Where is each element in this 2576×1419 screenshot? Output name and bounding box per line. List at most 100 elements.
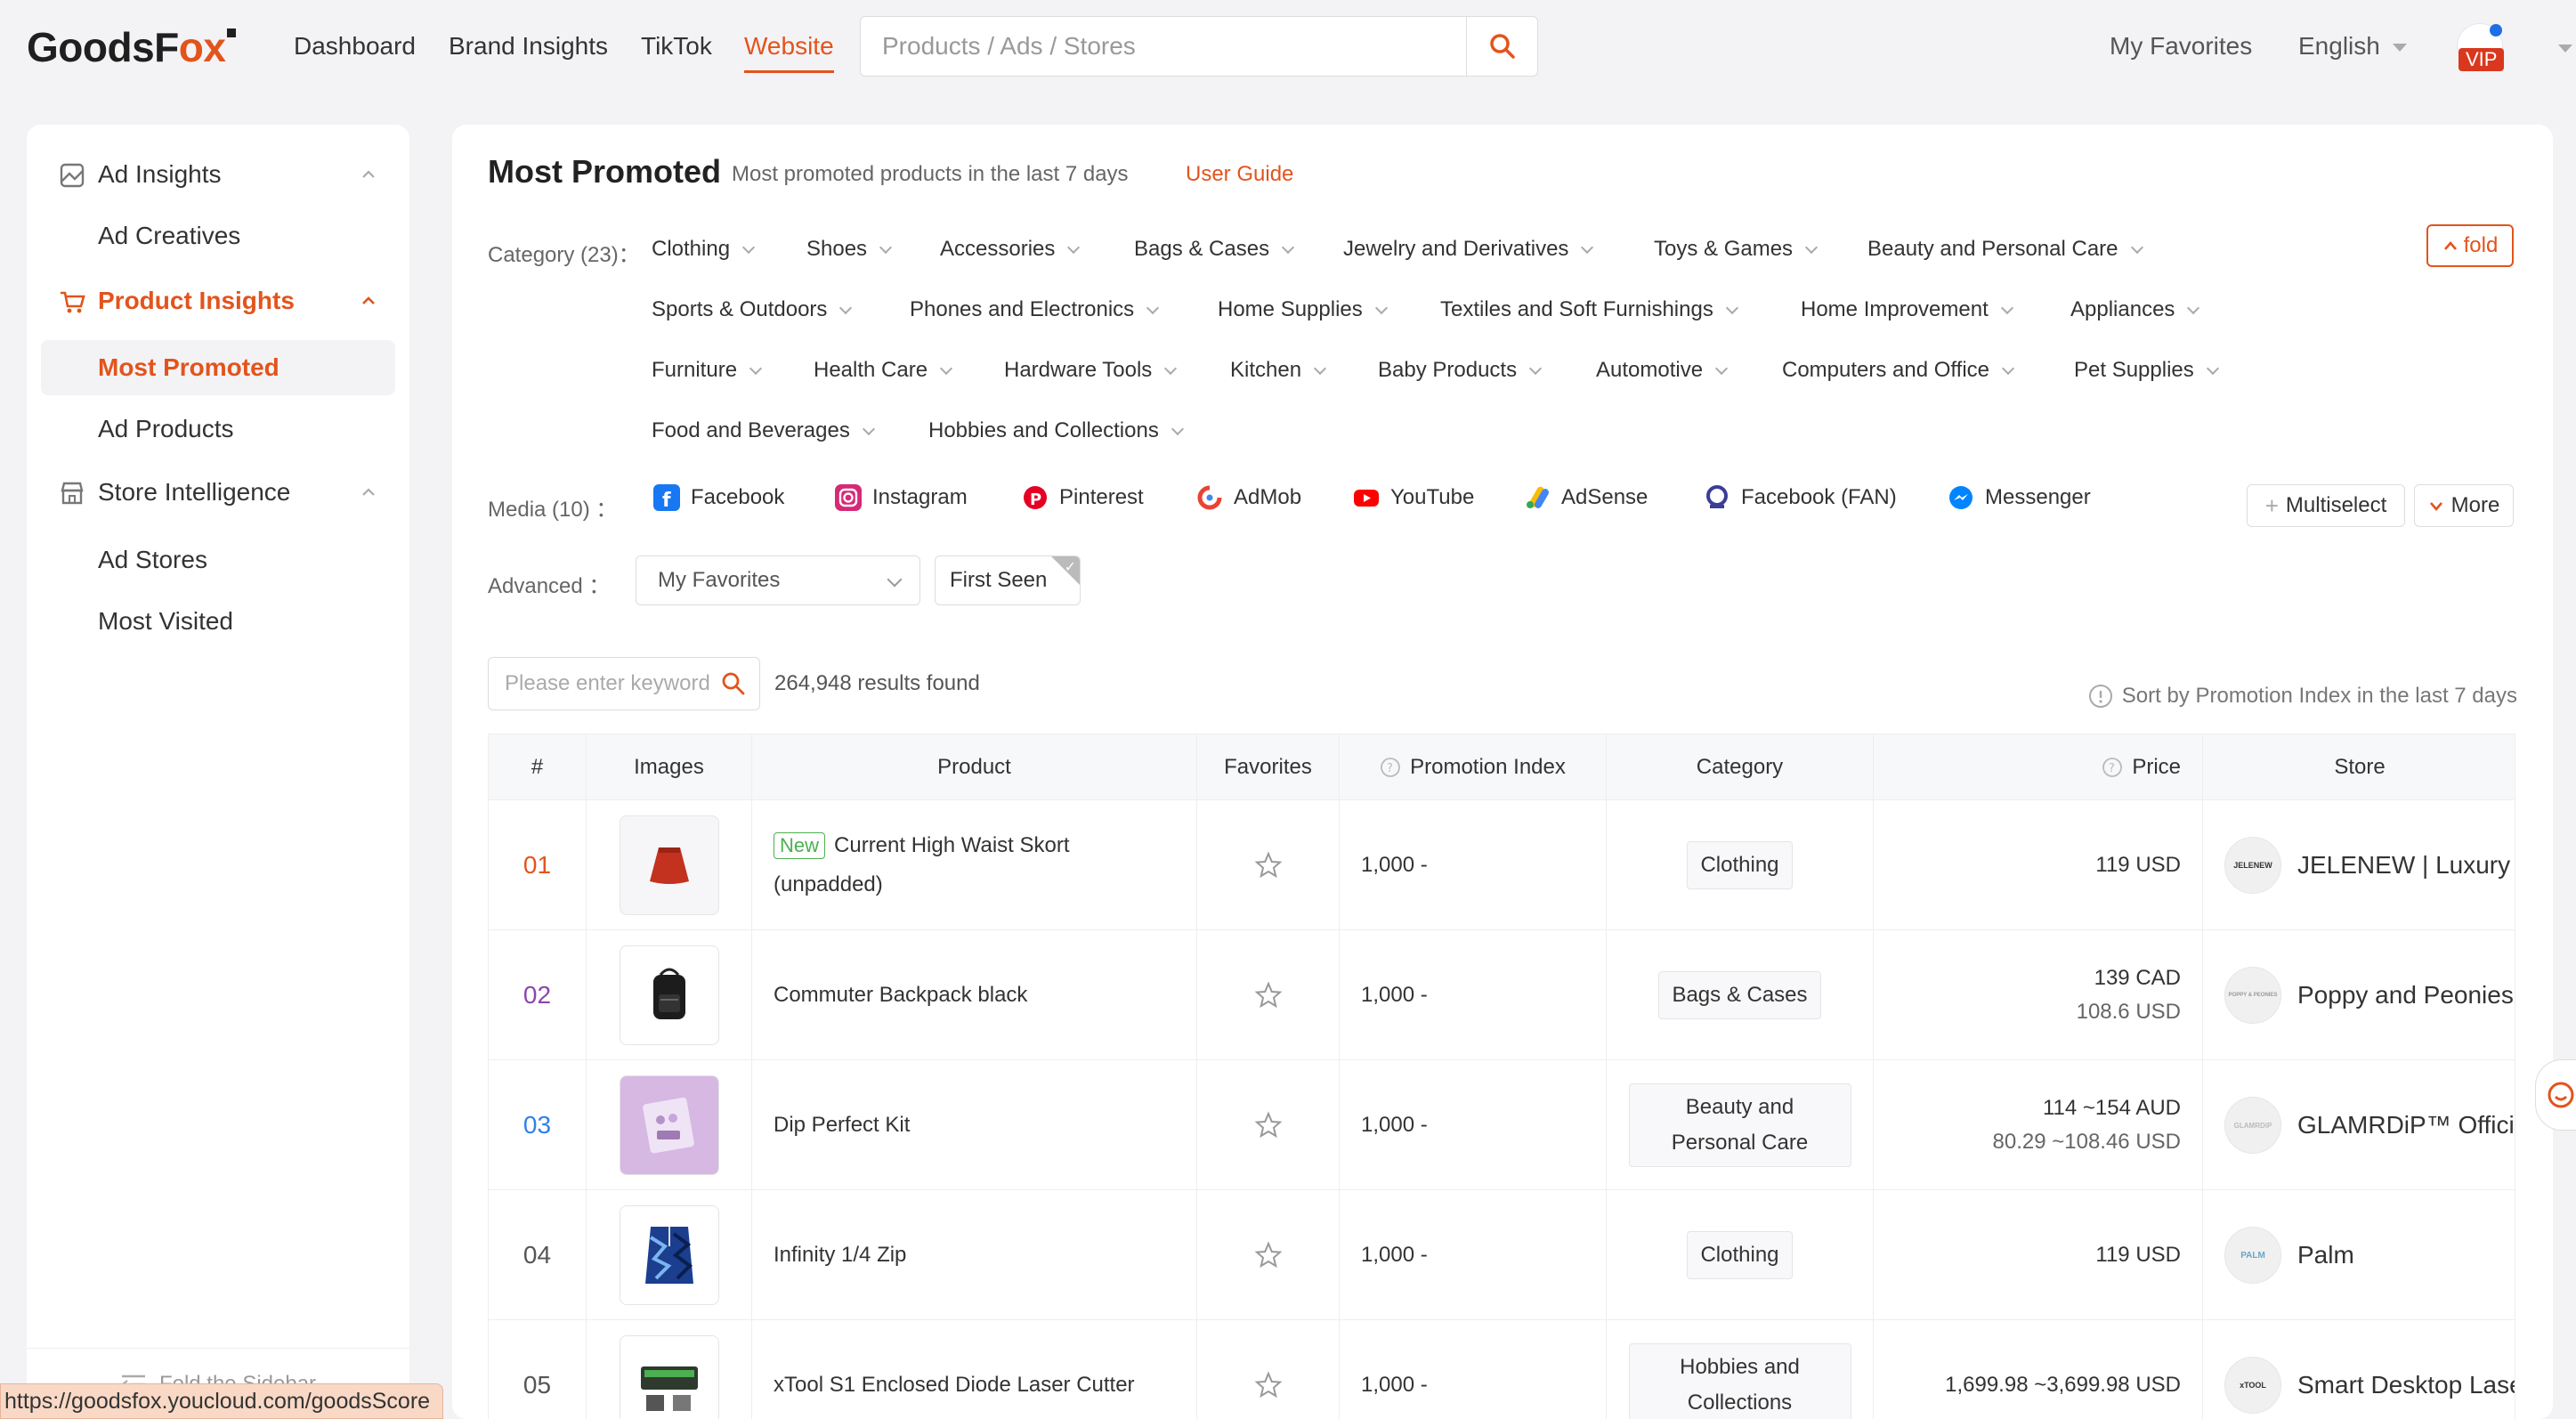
product-image[interactable] [619,1075,719,1175]
category-jewelry[interactable]: Jewelry and Derivatives [1343,237,1594,262]
backpack-image [652,968,685,1019]
table-row[interactable]: 04 Infinity 1/4 Zip 1,000 - Clothing 119… [489,1190,2515,1320]
media-youtube[interactable]: YouTube [1353,484,1474,511]
star-icon[interactable] [1254,1111,1283,1139]
category-label-text: Textiles and Soft Furnishings [1440,297,1713,321]
category-pet-supplies[interactable]: Pet Supplies [2074,358,2219,383]
category-hobbies[interactable]: Hobbies and Collections [928,418,1184,443]
table-row[interactable]: 03 Dip Perfect Kit 1,000 - Beauty and Pe… [489,1060,2515,1190]
media-admob[interactable]: AdMob [1196,484,1301,511]
advanced-favorites-select[interactable]: My Favorites [636,555,920,605]
product-image[interactable] [619,945,719,1045]
store-cell[interactable]: JELENEW JELENEW | Luxury H [2203,800,2515,930]
nav-dashboard[interactable]: Dashboard [294,32,416,61]
table-row[interactable]: 01 New Current High Waist Skort (unpadded… [489,800,2515,930]
category-tag[interactable]: Clothing [1687,1231,1793,1279]
table-row[interactable]: 05 xTool S1 Enclosed Diode Laser Cutter … [489,1320,2515,1419]
category-label-text: Hardware Tools [1004,358,1153,382]
first-seen-toggle[interactable]: First Seen ✓ [935,555,1081,605]
language-select[interactable]: English [2298,32,2407,61]
product-name[interactable]: Infinity 1/4 Zip [774,1243,906,1268]
sidebar-group-store-intelligence[interactable]: Store Intelligence [27,464,409,521]
search-button[interactable] [1466,17,1537,76]
category-accessories[interactable]: Accessories [940,237,1081,262]
sidebar-item-most-visited[interactable]: Most Visited [41,594,395,649]
category-tag[interactable]: Beauty and Personal Care [1628,1083,1851,1167]
category-kitchen[interactable]: Kitchen [1230,358,1327,383]
col-header-promotion-index[interactable]: ? Promotion Index [1340,734,1607,800]
nav-tiktok[interactable]: TikTok [641,32,712,61]
category-appliances[interactable]: Appliances [2070,297,2200,322]
category-automotive[interactable]: Automotive [1596,358,1729,383]
goodsfox-logo[interactable]: GoodsFox [27,23,237,71]
category-tag[interactable]: Hobbies and Collections [1628,1343,1851,1419]
user-guide-link[interactable]: User Guide [1186,162,1293,187]
category-phones[interactable]: Phones and Electronics [910,297,1160,322]
product-name[interactable]: Dip Perfect Kit [774,1113,910,1138]
media-instagram[interactable]: Instagram [835,484,968,511]
media-pinterest[interactable]: P Pinterest [1022,484,1144,511]
category-hardware-tools[interactable]: Hardware Tools [1004,358,1178,383]
category-textiles[interactable]: Textiles and Soft Furnishings [1440,297,1738,322]
product-name[interactable]: Commuter Backpack black [774,983,1027,1008]
star-icon[interactable] [1254,1371,1283,1399]
col-header-price[interactable]: ? Price [1874,734,2203,800]
category-food[interactable]: Food and Beverages [652,418,875,443]
category-sports[interactable]: Sports & Outdoors [652,297,853,322]
sidebar-item-most-promoted[interactable]: Most Promoted [41,340,395,395]
store-cell[interactable]: xTOOL Smart Desktop Lase [2203,1320,2515,1419]
category-toys-games[interactable]: Toys & Games [1654,237,1819,262]
category-label-text: Bags & Cases [1134,237,1270,261]
sidebar-item-ad-stores[interactable]: Ad Stores [41,532,395,588]
more-media-button[interactable]: More [2414,484,2514,527]
table-row[interactable]: 02 Commuter Backpack black 1,000 - Bags … [489,930,2515,1060]
sidebar-item-ad-creatives[interactable]: Ad Creatives [41,208,395,264]
sidebar-group-ad-insights[interactable]: Ad Insights [27,146,409,203]
multiselect-button[interactable]: + Multiselect [2247,484,2405,527]
media-facebook-fan[interactable]: Facebook (FAN) [1704,484,1897,511]
star-icon[interactable] [1254,1241,1283,1269]
fold-categories-button[interactable]: fold [2426,224,2514,267]
category-bags-cases[interactable]: Bags & Cases [1134,237,1295,262]
chat-support-button[interactable] [2535,1059,2576,1131]
nav-brand-insights[interactable]: Brand Insights [449,32,608,61]
nav-website[interactable]: Website [744,32,834,73]
category-label-text: Computers and Office [1782,358,1990,382]
category-clothing[interactable]: Clothing [652,237,756,262]
star-icon[interactable] [1254,981,1283,1010]
category-shoes[interactable]: Shoes [806,237,893,262]
category-health-care[interactable]: Health Care [814,358,953,383]
category-label-text: Health Care [814,358,928,382]
category-baby-products[interactable]: Baby Products [1378,358,1543,383]
chevron-up-icon [362,488,375,496]
search-icon[interactable] [720,670,747,697]
category-home-improvement[interactable]: Home Improvement [1801,297,2013,322]
product-image[interactable] [619,815,719,915]
product-image[interactable] [619,1335,719,1419]
media-facebook[interactable]: f Facebook [653,484,784,511]
category-furniture[interactable]: Furniture [652,358,763,383]
store-cell[interactable]: GLAMRDiP GLAMRDiP™ Official [2203,1060,2515,1190]
category-beauty[interactable]: Beauty and Personal Care [1867,237,2143,262]
sidebar-item-ad-products[interactable]: Ad Products [41,401,395,457]
category-home-supplies[interactable]: Home Supplies [1218,297,1388,322]
pinterest-icon: P [1024,486,1047,509]
store-cell[interactable]: POPPY & PEONIES Poppy and Peonies [2203,930,2515,1060]
media-messenger[interactable]: Messenger [1948,484,2091,511]
product-name[interactable]: xTool S1 Enclosed Diode Laser Cutter [774,1366,1135,1405]
product-image[interactable] [619,1205,719,1305]
product-name[interactable]: New Current High Waist Skort (unpadded) [774,826,1161,904]
search-input[interactable] [861,17,1466,76]
media-adsense[interactable]: AdSense [1524,484,1648,511]
avatar-chevron-icon[interactable] [2558,45,2572,53]
category-tag[interactable]: Bags & Cases [1658,971,1821,1019]
sidebar-group-product-insights[interactable]: Product Insights [27,272,409,329]
star-icon[interactable] [1254,851,1283,880]
keyword-input[interactable] [489,658,711,710]
category-computers[interactable]: Computers and Office [1782,358,2015,383]
header-label: Price [2132,754,2181,779]
category-tag[interactable]: Clothing [1687,841,1793,889]
category-label-text: Phones and Electronics [910,297,1135,321]
store-cell[interactable]: PALM Palm [2203,1190,2515,1320]
my-favorites-link[interactable]: My Favorites [2110,32,2252,61]
